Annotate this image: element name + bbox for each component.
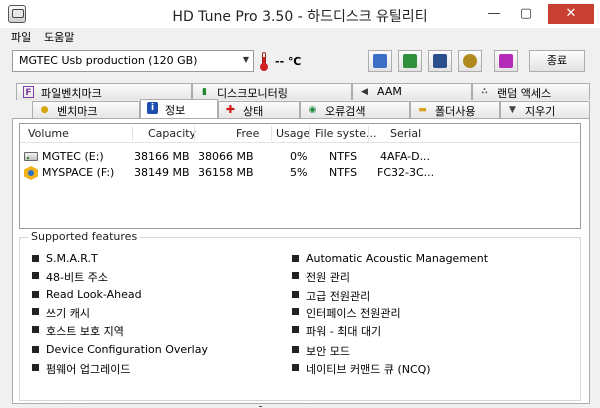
download-icon [499,54,513,68]
feature-bullet-icon [32,326,39,333]
drive-select[interactable]: MGTEC Usb production (120 GB) ▼ [12,50,254,72]
feature-bullet-icon [32,364,39,371]
feature-bullet-icon [292,308,299,315]
options-icon [463,54,477,68]
supported-features-group: Supported features S.M.A.R.T 48-비트 주소 Re… [19,230,581,401]
copy-info-button[interactable] [368,50,392,72]
table-row[interactable]: MGTEC (E:) 38166 MB 38066 MB 0% NTFS 4AF… [20,149,580,165]
tab-erase[interactable]: ▼ 지우기 [500,101,590,118]
column-usage[interactable]: Usage [276,127,310,140]
close-button[interactable]: ✕ [548,4,594,24]
save-button[interactable] [428,50,452,72]
save-icon [433,54,447,68]
feature-bullet-icon [292,272,299,279]
temperature-value: -- ℃ [275,55,302,68]
column-serial[interactable]: Serial [390,127,421,140]
info-icon: i [147,102,158,114]
table-row[interactable]: MYSPACE (F:) 38149 MB 36158 MB 5% NTFS F… [20,165,580,181]
column-volume[interactable]: Volume [28,127,69,140]
feature-bullet-icon [292,326,299,333]
tab-folder-usage[interactable]: ▬ 폴더사용 [410,101,500,118]
supported-features-title: Supported features [28,230,141,243]
myspace-drive-icon [24,166,38,180]
drive-icon [24,152,38,161]
firmware-version-label: 펌웨어 버전 [31,404,85,407]
feature-bullet-icon [292,364,299,371]
menu-file[interactable]: 파일 [11,29,31,45]
maximize-button[interactable]: ▢ [512,4,540,24]
volume-list-header: Volume Capacity Free Usage File syste...… [20,124,580,143]
error-scan-icon: ◉ [308,105,317,115]
health-icon: ✚ [225,103,236,116]
drive-select-value: MGTEC Usb production (120 GB) [19,54,198,67]
tab-benchmark[interactable]: ● 벤치마크 [32,101,140,118]
feature-bullet-icon [32,255,39,262]
feature-bullet-icon [32,272,39,279]
options-button[interactable] [458,50,482,72]
feature-bullet-icon [292,346,299,353]
tab-health[interactable]: ✚ 상태 [218,101,300,118]
copy-screen-button[interactable] [398,50,422,72]
tab-random-access[interactable]: ∴ 랜덤 액세스 [472,83,590,100]
random-access-icon: ∴ [481,87,488,97]
feature-bullet-icon [292,255,299,262]
download-button[interactable] [494,50,518,72]
connection-label: 연결 [293,404,313,407]
column-free[interactable]: Free [236,127,259,140]
file-benchmark-icon: F [23,86,34,98]
tab-disk-monitor[interactable]: ▮ 디스크모니터링 [192,83,352,100]
tab-info[interactable]: i 정보 [140,99,218,118]
tab-error-scan[interactable]: ◉ 오류검색 [300,101,410,118]
speaker-icon: ◀ [361,87,368,97]
title-bar: HD Tune Pro 3.50 - 하드디스크 유틸리티 — ▢ ✕ [0,0,600,28]
feature-bullet-icon [32,308,39,315]
benchmark-icon: ● [40,105,49,115]
menu-help[interactable]: 도움말 [44,29,74,45]
disk-monitor-icon: ▮ [202,87,207,97]
window-title: HD Tune Pro 3.50 - 하드디스크 유틸리티 [172,9,428,25]
minimize-button[interactable]: — [480,4,508,24]
feature-bullet-icon [292,291,299,298]
chevron-down-icon: ▼ [242,55,249,64]
exit-button[interactable]: 종료 [529,50,585,72]
feature-bullet-icon [32,346,39,353]
copy-screen-icon [403,54,417,68]
tab-file-benchmark[interactable]: F 파일벤치마크 [16,83,192,100]
folder-icon: ▬ [418,105,427,115]
column-capacity[interactable]: Capacity [148,127,196,140]
copy-info-icon [373,54,387,68]
feature-bullet-icon [32,291,39,298]
firmware-version-value: 0 [257,404,264,407]
menu-bar: 파일 도움말 [0,28,600,46]
toolbar: MGTEC Usb production (120 GB) ▼ -- ℃ 종료 [0,46,600,76]
tab-aam[interactable]: ◀ AAM [352,83,472,100]
thermometer-icon [260,52,268,71]
info-panel: Volume Capacity Free Usage File syste...… [12,118,590,407]
erase-icon: ▼ [509,105,516,115]
volume-list[interactable]: Volume Capacity Free Usage File syste...… [19,123,581,229]
